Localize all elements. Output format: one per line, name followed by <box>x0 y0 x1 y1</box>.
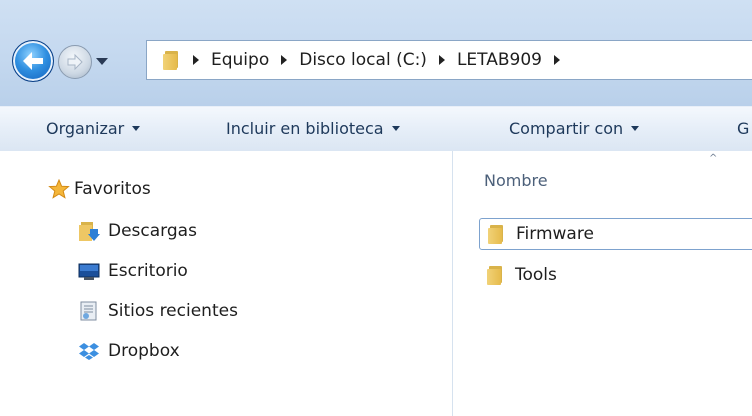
share-with-label: Compartir con <box>509 119 624 138</box>
organize-label: Organizar <box>46 119 125 138</box>
folder-icon <box>163 50 181 70</box>
share-with-button[interactable]: Compartir con <box>509 119 640 138</box>
breadcrumb-arrow-icon[interactable] <box>438 55 445 65</box>
file-row-firmware[interactable]: Firmware <box>479 218 752 250</box>
address-bar-area: Equipo Disco local (C:) LETAB909 <box>0 0 752 106</box>
column-header-name[interactable]: Nombre <box>484 171 548 190</box>
nav-item-favoritos[interactable]: Favoritos <box>48 178 151 199</box>
toolbar-button-truncated[interactable]: G <box>737 119 749 138</box>
star-icon <box>48 178 70 199</box>
recent-places-icon <box>78 301 100 321</box>
dropdown-caret-icon <box>391 126 400 131</box>
file-list-pane: ^ Nombre Firmware Tools <box>453 151 752 416</box>
nav-item-dropbox[interactable]: Dropbox <box>78 341 180 361</box>
organize-button[interactable]: Organizar <box>46 119 141 138</box>
recent-pages-dropdown-icon[interactable] <box>96 58 108 65</box>
file-name: Firmware <box>516 224 594 244</box>
forward-arrow-icon <box>67 53 83 71</box>
nav-item-escritorio[interactable]: Escritorio <box>78 261 188 281</box>
folder-icon <box>488 224 506 244</box>
favorites-label: Favoritos <box>74 179 151 199</box>
folder-icon <box>487 265 505 285</box>
breadcrumb-arrow-icon[interactable] <box>553 55 560 65</box>
back-button[interactable] <box>12 40 54 82</box>
back-arrow-icon <box>23 52 43 70</box>
dropbox-icon <box>78 341 100 361</box>
breadcrumb-equipo[interactable]: Equipo <box>211 50 269 70</box>
forward-button[interactable] <box>58 45 92 79</box>
breadcrumb-arrow-icon[interactable] <box>281 55 288 65</box>
command-toolbar: Organizar Incluir en biblioteca Comparti… <box>0 106 752 152</box>
breadcrumb-arrow-icon[interactable] <box>193 55 199 65</box>
file-row-tools[interactable]: Tools <box>479 259 752 291</box>
nav-item-label: Sitios recientes <box>108 301 238 321</box>
nav-item-label: Escritorio <box>108 261 188 281</box>
nav-item-descargas[interactable]: Descargas <box>78 221 197 241</box>
sort-ascending-icon: ^ <box>709 153 718 164</box>
include-in-library-label: Incluir en biblioteca <box>226 119 384 138</box>
file-name: Tools <box>515 265 557 285</box>
truncated-label: G <box>737 119 750 138</box>
nav-item-label: Dropbox <box>108 341 180 361</box>
downloads-folder-icon <box>78 221 100 241</box>
dropdown-caret-icon <box>631 126 640 131</box>
address-box[interactable]: Equipo Disco local (C:) LETAB909 <box>146 40 752 80</box>
navigation-pane: Favoritos Descargas Escritorio Sitios re… <box>0 151 452 416</box>
nav-item-sitios-recientes[interactable]: Sitios recientes <box>78 301 238 321</box>
dropdown-caret-icon <box>132 126 141 131</box>
breadcrumb-letab909[interactable]: LETAB909 <box>457 50 542 70</box>
nav-item-label: Descargas <box>108 221 197 241</box>
breadcrumb-disco-local[interactable]: Disco local (C:) <box>299 50 427 70</box>
desktop-icon <box>78 261 100 281</box>
include-in-library-button[interactable]: Incluir en biblioteca <box>226 119 400 138</box>
